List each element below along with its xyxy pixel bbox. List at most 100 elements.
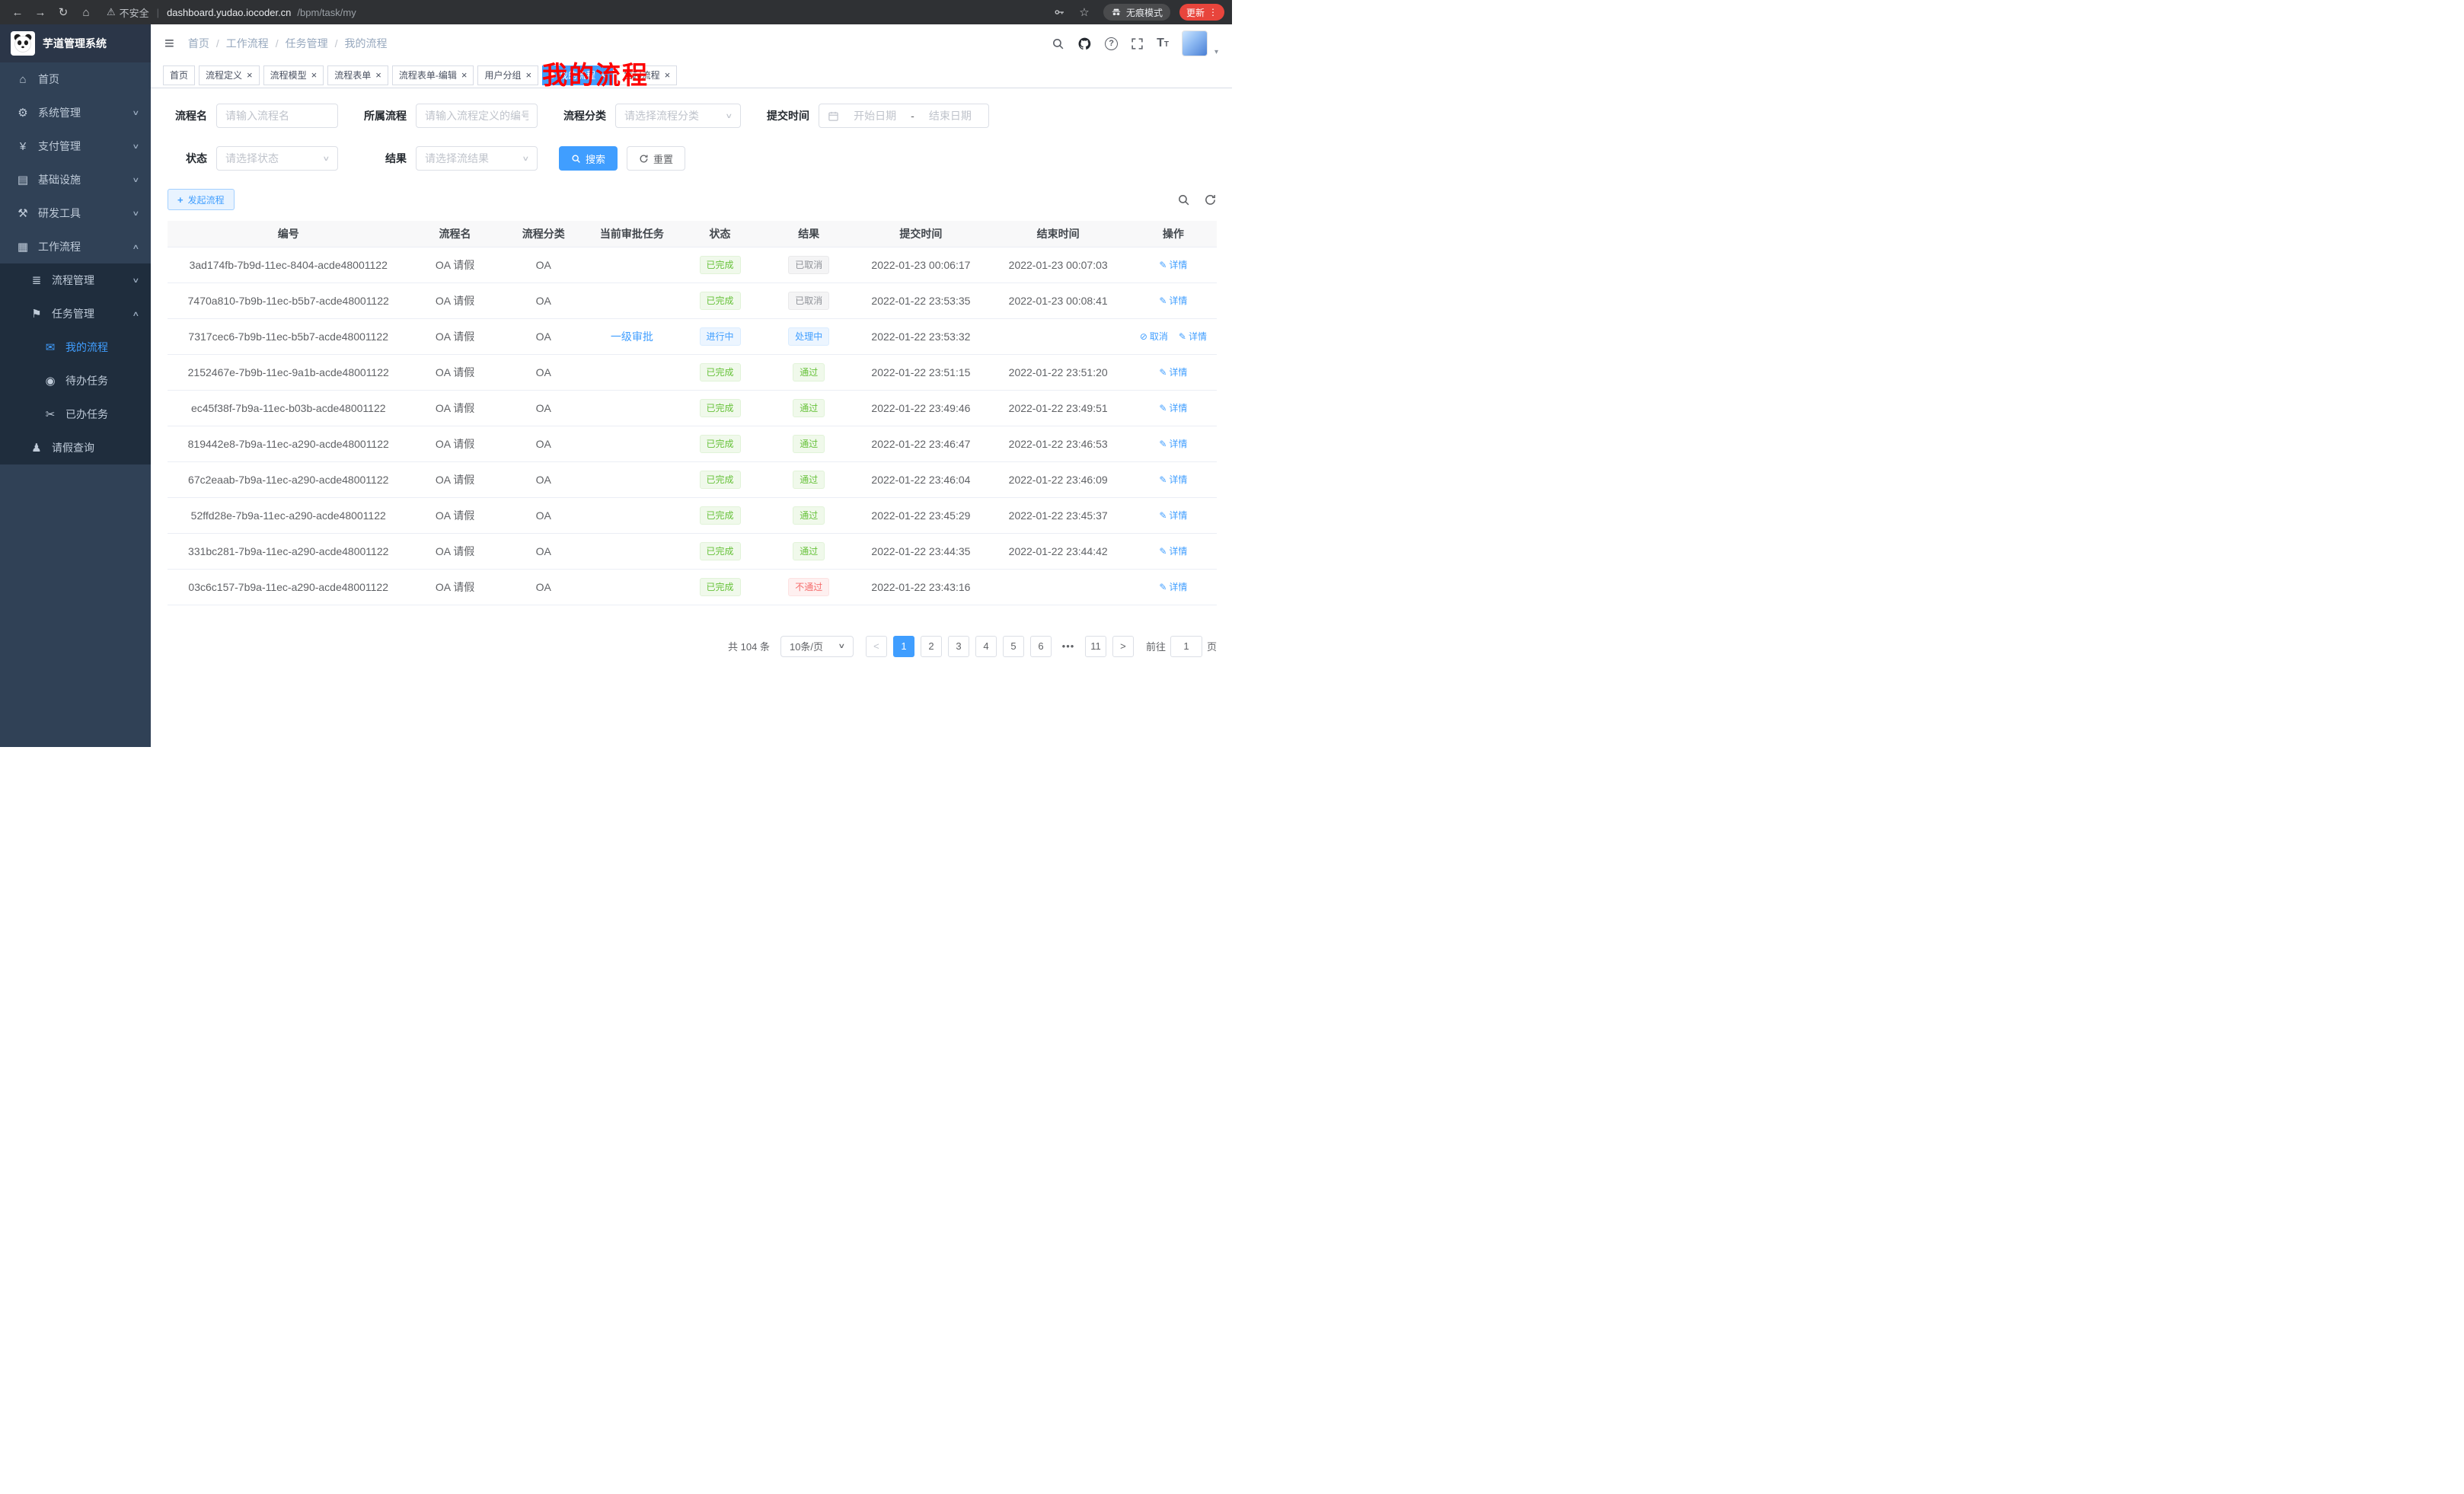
column-header: 操作: [1130, 221, 1217, 247]
fullscreen-icon[interactable]: [1131, 37, 1144, 50]
user-avatar[interactable]: [1182, 30, 1208, 56]
cell-current-task: [586, 283, 678, 318]
sidebar-item-process-management[interactable]: ≣流程管理∨: [0, 263, 151, 297]
home-icon: ⌂: [15, 73, 30, 86]
goto-page-input[interactable]: [1170, 636, 1202, 657]
forward-button[interactable]: →: [30, 3, 50, 21]
sidebar-item-done-tasks[interactable]: ✂已办任务: [0, 397, 151, 431]
back-button[interactable]: ←: [8, 3, 27, 21]
tab-process-definition[interactable]: 流程定义×: [199, 65, 260, 85]
pager-page-3[interactable]: 3: [948, 636, 969, 657]
status-select[interactable]: 请选择状态 ∨: [216, 146, 338, 171]
tab-user-group[interactable]: 用户分组×: [477, 65, 538, 85]
close-icon[interactable]: ×: [375, 70, 381, 80]
sidebar-item-todo-tasks[interactable]: ◉待办任务: [0, 364, 151, 397]
process-name-input[interactable]: [225, 110, 329, 122]
search-button[interactable]: 搜索: [559, 146, 618, 171]
detail-link[interactable]: ✎详情: [1159, 509, 1187, 522]
sidebar-item-task-management[interactable]: ⚑任务管理∧: [0, 297, 151, 330]
sidebar-item-infrastructure[interactable]: ▤基础设施∨: [0, 163, 151, 196]
sidebar-item-payment[interactable]: ¥支付管理∨: [0, 129, 151, 163]
detail-link[interactable]: ✎详情: [1179, 330, 1207, 343]
detail-link[interactable]: ✎详情: [1159, 401, 1187, 414]
tab-home[interactable]: 首页: [163, 65, 195, 85]
sidebar-item-workflow[interactable]: ▦工作流程∧: [0, 230, 151, 263]
key-icon[interactable]: [1053, 6, 1065, 18]
category-select[interactable]: 请选择流程分类 ∨: [615, 104, 741, 128]
table-row: 7470a810-7b9b-11ec-b5b7-acde48001122OA 请…: [168, 283, 1217, 318]
current-task-link[interactable]: 一级审批: [611, 330, 653, 343]
pager-page-11[interactable]: 11: [1085, 636, 1106, 657]
detail-link[interactable]: ✎详情: [1159, 437, 1187, 450]
help-icon[interactable]: ?: [1105, 37, 1118, 50]
prev-page-button[interactable]: <: [866, 636, 887, 657]
font-size-icon[interactable]: TT: [1157, 37, 1169, 49]
page-size-select[interactable]: 10条/页 ∨: [780, 636, 854, 657]
pager-page-4[interactable]: 4: [975, 636, 997, 657]
refresh-icon[interactable]: [1204, 193, 1217, 206]
cell-category: OA: [501, 283, 586, 318]
sidebar-logo[interactable]: 芋道管理系统: [0, 24, 151, 62]
detail-link[interactable]: ✎详情: [1159, 544, 1187, 557]
tab-process-form[interactable]: 流程表单×: [327, 65, 388, 85]
detail-link[interactable]: ✎详情: [1159, 258, 1187, 271]
close-icon[interactable]: ×: [665, 70, 671, 80]
sidebar-item-home[interactable]: ⌂首页: [0, 62, 151, 96]
home-button[interactable]: ⌂: [76, 3, 96, 21]
cell-submit-time: 2022-01-22 23:46:47: [855, 426, 986, 461]
cell-actions: ⊘取消 ✎详情: [1130, 318, 1217, 354]
github-icon[interactable]: [1077, 37, 1092, 51]
breadcrumb-item[interactable]: 任务管理: [286, 36, 328, 51]
close-icon[interactable]: ×: [247, 70, 253, 80]
sidebar-item-leave-query[interactable]: ♟请假查询: [0, 431, 151, 464]
detail-link[interactable]: ✎详情: [1159, 294, 1187, 307]
security-status[interactable]: ⚠ 不安全: [107, 5, 149, 20]
breadcrumb-item: 我的流程: [345, 36, 388, 51]
update-button[interactable]: 更新 ⋮: [1179, 4, 1224, 21]
app-frame: 芋道管理系统 ⌂首页⚙系统管理∨¥支付管理∨▤基础设施∨⚒研发工具∨▦工作流程∧…: [0, 24, 1232, 747]
cancel-link[interactable]: ⊘取消: [1140, 330, 1168, 343]
sidebar-item-devtools[interactable]: ⚒研发工具∨: [0, 196, 151, 230]
sidebar-item-system[interactable]: ⚙系统管理∨: [0, 96, 151, 129]
breadcrumb-item[interactable]: 首页: [188, 36, 209, 51]
chevron-down-icon: ∨: [323, 155, 330, 163]
search-icon[interactable]: [1052, 37, 1064, 50]
close-icon[interactable]: ×: [311, 70, 318, 80]
hamburger-icon[interactable]: ≡: [164, 35, 174, 52]
pager-page-6[interactable]: 6: [1030, 636, 1052, 657]
detail-icon: ✎: [1159, 474, 1167, 485]
sidebar-item-my-process[interactable]: ✉我的流程: [0, 330, 151, 364]
create-process-button[interactable]: + 发起流程: [168, 189, 235, 210]
cell-process-id: 03c6c157-7b9a-11ec-a290-acde48001122: [168, 569, 409, 605]
cell-category: OA: [501, 318, 586, 354]
cell-submit-time: 2022-01-22 23:45:29: [855, 497, 986, 533]
detail-link[interactable]: ✎详情: [1159, 580, 1187, 593]
cell-actions: ✎详情: [1130, 283, 1217, 318]
chevron-down-icon[interactable]: ▾: [1214, 48, 1218, 56]
goto-page: 前往 页: [1146, 636, 1217, 657]
reset-button[interactable]: 重置: [627, 146, 685, 171]
tab-process-form-edit[interactable]: 流程表单-编辑×: [392, 65, 474, 85]
reload-button[interactable]: ↻: [53, 3, 73, 21]
parent-process-input[interactable]: [425, 110, 528, 122]
detail-link[interactable]: ✎详情: [1159, 473, 1187, 486]
close-icon[interactable]: ×: [461, 70, 468, 80]
close-icon[interactable]: ×: [525, 70, 531, 80]
cell-process-name: OA 请假: [409, 390, 500, 426]
pager-page-2[interactable]: 2: [921, 636, 942, 657]
menu-dots-icon: ⋮: [1208, 7, 1218, 18]
cell-actions: ✎详情: [1130, 247, 1217, 283]
address-bar[interactable]: ⚠ 不安全 | dashboard.yudao.iocoder.cn/bpm/t…: [107, 5, 1050, 20]
pager-ellipsis[interactable]: •••: [1058, 636, 1079, 657]
result-tag: 通过: [793, 363, 825, 381]
toggle-search-icon[interactable]: [1177, 193, 1190, 206]
bookmark-star-icon[interactable]: ☆: [1074, 3, 1094, 21]
breadcrumb-item[interactable]: 工作流程: [226, 36, 269, 51]
tab-process-model[interactable]: 流程模型×: [263, 65, 324, 85]
result-select[interactable]: 请选择流结果 ∨: [416, 146, 538, 171]
pager-page-1[interactable]: 1: [893, 636, 914, 657]
next-page-button[interactable]: >: [1112, 636, 1134, 657]
pager-page-5[interactable]: 5: [1003, 636, 1024, 657]
submit-time-range-picker[interactable]: 开始日期 - 结束日期: [819, 104, 989, 128]
detail-link[interactable]: ✎详情: [1159, 366, 1187, 378]
